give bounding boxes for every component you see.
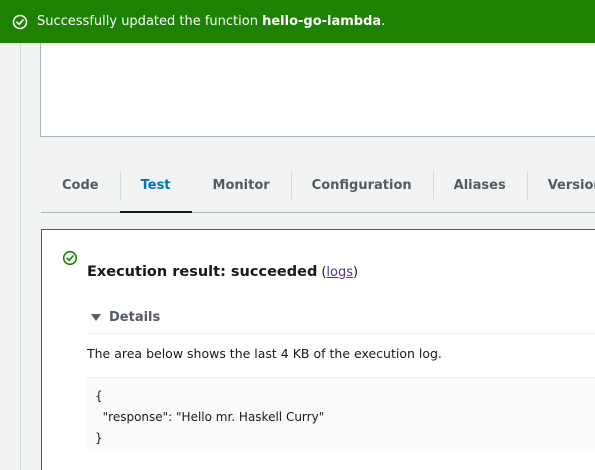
caret-down-icon [91,314,101,321]
success-check-icon [62,250,78,266]
execution-log-output: { "response": "Hello mr. Haskell Curry"} [87,377,595,451]
tab-code[interactable]: Code [41,158,120,212]
tab-test[interactable]: Test [119,158,192,213]
function-tabs: Code Test Monitor Configuration Aliases … [41,158,595,213]
log-line: } [95,431,103,445]
tab-monitor[interactable]: Monitor [192,158,291,212]
execution-result-title: Execution result: succeeded [87,264,318,280]
details-toggle[interactable]: Details [91,310,160,325]
flash-message: Successfully updated the function hello-… [37,14,385,29]
tab-configuration[interactable]: Configuration [290,158,433,212]
log-description: The area below shows the last 4 KB of th… [87,346,442,361]
flash-message-suffix: . [381,14,386,29]
logs-link[interactable]: logs [326,265,353,280]
details-divider [87,333,595,334]
tab-versions[interactable]: Versions [526,158,595,212]
flash-message-prefix: Successfully updated the function [37,14,263,29]
execution-result-panel: Execution result: succeeded (logs) Detail… [41,229,595,470]
check-circle-icon [12,14,28,30]
function-overview-panel [40,43,595,137]
log-line: { [95,389,103,403]
flash-function-name: hello-go-lambda [262,14,382,29]
paren-close: ) [353,265,359,280]
success-flash-banner: Successfully updated the function hello-… [0,0,595,43]
tab-aliases[interactable]: Aliases [432,158,527,212]
logs-link-wrapper: (logs) [321,265,358,280]
execution-result-heading: Execution result: succeeded (logs) [87,264,358,280]
log-line: "response": "Hello mr. Haskell Curry" [95,410,325,424]
details-label: Details [109,310,161,325]
content-left-rule [20,43,21,470]
